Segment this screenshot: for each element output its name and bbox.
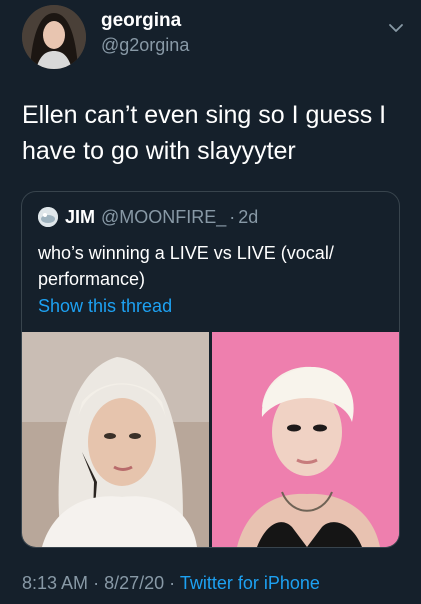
separator-dot: · bbox=[169, 573, 176, 593]
media-image-right[interactable] bbox=[212, 332, 399, 547]
chevron-down-icon[interactable] bbox=[387, 19, 405, 37]
author-avatar[interactable] bbox=[22, 5, 86, 69]
quoted-author-name[interactable]: JIM bbox=[65, 207, 95, 228]
show-thread-link[interactable]: Show this thread bbox=[38, 296, 172, 317]
tweet-time[interactable]: 8:13 AM bbox=[22, 573, 88, 593]
media-image-left[interactable] bbox=[22, 332, 209, 547]
quoted-tweet-text: who’s winning a LIVE vs LIVE (vocal/ per… bbox=[38, 243, 334, 289]
quoted-tweet-card[interactable]: JIM @MOONFIRE_ · 2d who’s winning a LIVE… bbox=[21, 191, 400, 548]
tweet-meta: 8:13 AM · 8/27/20 · Twitter for iPhone bbox=[22, 573, 320, 594]
quoted-media-grid bbox=[22, 332, 399, 547]
tweet-text: Ellen can’t even sing so I guess I have … bbox=[22, 101, 387, 165]
tweet-date[interactable]: 8/27/20 bbox=[104, 573, 164, 593]
quoted-timestamp[interactable]: 2d bbox=[238, 207, 258, 228]
quoted-author-handle[interactable]: @MOONFIRE_ bbox=[101, 207, 226, 228]
separator-dot: · bbox=[229, 206, 236, 227]
author-display-name[interactable]: georgina bbox=[101, 10, 181, 32]
quoted-author-avatar[interactable] bbox=[38, 207, 58, 227]
quoted-tweet-header: JIM @MOONFIRE_ · 2d bbox=[38, 205, 258, 229]
tweet-source-link[interactable]: Twitter for iPhone bbox=[180, 573, 320, 593]
separator-dot: · bbox=[93, 573, 100, 593]
author-handle[interactable]: @g2orgina bbox=[101, 35, 189, 56]
